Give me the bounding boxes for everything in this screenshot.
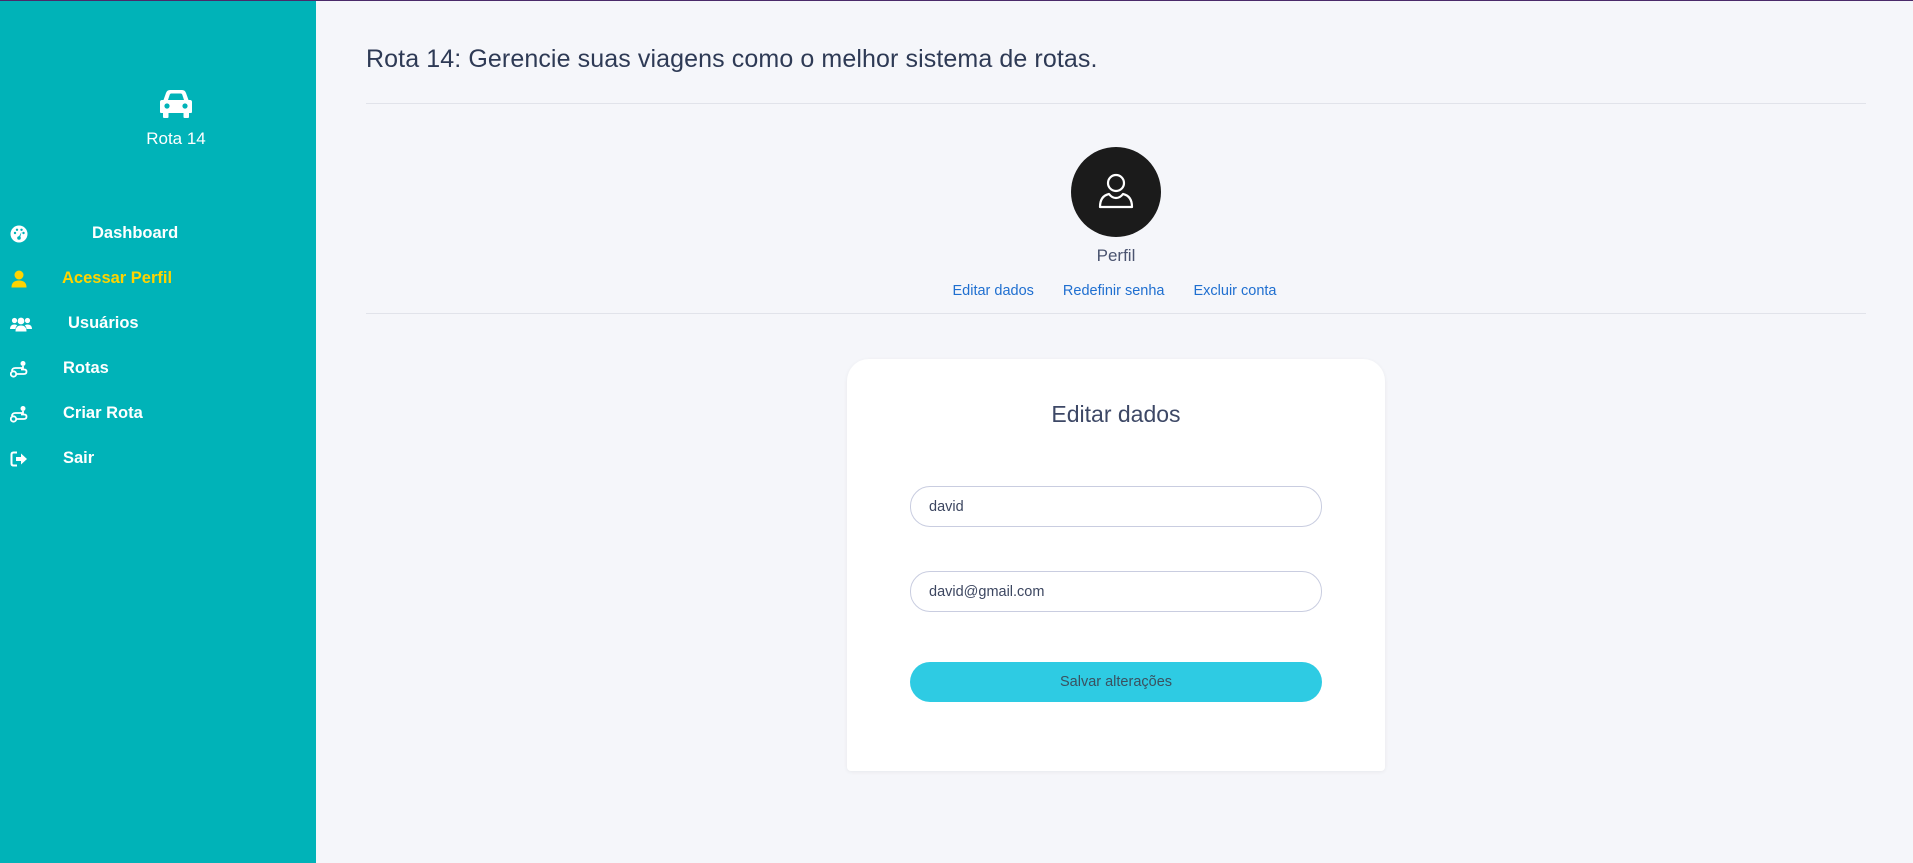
save-button[interactable]: Salvar alterações <box>910 662 1322 702</box>
email-field[interactable] <box>910 571 1322 612</box>
main-content: Rota 14: Gerencie suas viagens como o me… <box>316 1 1913 863</box>
users-icon <box>9 314 33 334</box>
sidebar-item-criar-rota[interactable]: Criar Rota <box>0 391 316 436</box>
sidebar-item-sair[interactable]: Sair <box>0 436 316 481</box>
name-field[interactable] <box>910 486 1322 527</box>
edit-data-link[interactable]: Editar dados <box>952 283 1033 299</box>
avatar <box>1071 147 1161 237</box>
sidebar-item-dashboard[interactable]: Dashboard <box>0 211 316 256</box>
card-title: Editar dados <box>1051 401 1181 427</box>
brand-name: Rota 14 <box>146 129 206 148</box>
sidebar-item-rotas[interactable]: Rotas <box>0 346 316 391</box>
page-title: Rota 14: Gerencie suas viagens como o me… <box>366 45 1098 73</box>
sidebar-item-label: Acessar Perfil <box>62 269 173 287</box>
divider <box>366 103 1866 104</box>
sidebar-nav: Dashboard Acessar Perfil Usuários Rotas … <box>0 211 316 481</box>
delete-account-link[interactable]: Excluir conta <box>1193 283 1276 299</box>
sidebar-item-label: Usuários <box>68 314 139 332</box>
divider <box>366 313 1866 314</box>
sidebar-item-label: Dashboard <box>92 224 179 242</box>
user-icon <box>9 269 29 289</box>
user-outline-icon <box>1096 170 1136 215</box>
profile-links: Editar dados Redefinir senha Excluir con… <box>316 283 1913 299</box>
reset-password-link[interactable]: Redefinir senha <box>1063 283 1165 299</box>
edit-data-card: Editar dados Salvar alterações <box>847 359 1385 771</box>
route-icon <box>9 359 29 379</box>
route-icon <box>9 404 29 424</box>
profile-label: Perfil <box>1096 246 1136 265</box>
car-icon <box>159 89 193 119</box>
sidebar-item-label: Sair <box>63 449 95 467</box>
sign-out-icon <box>9 449 29 469</box>
gauge-icon <box>9 224 29 244</box>
sidebar-item-usuarios[interactable]: Usuários <box>0 301 316 346</box>
brand[interactable]: Rota 14 <box>18 89 334 149</box>
sidebar: Rota 14 Dashboard Acessar Perfil Usuário… <box>0 1 316 863</box>
sidebar-item-label: Criar Rota <box>63 404 143 422</box>
sidebar-item-label: Rotas <box>63 359 109 377</box>
sidebar-item-acessar-perfil[interactable]: Acessar Perfil <box>0 256 316 301</box>
